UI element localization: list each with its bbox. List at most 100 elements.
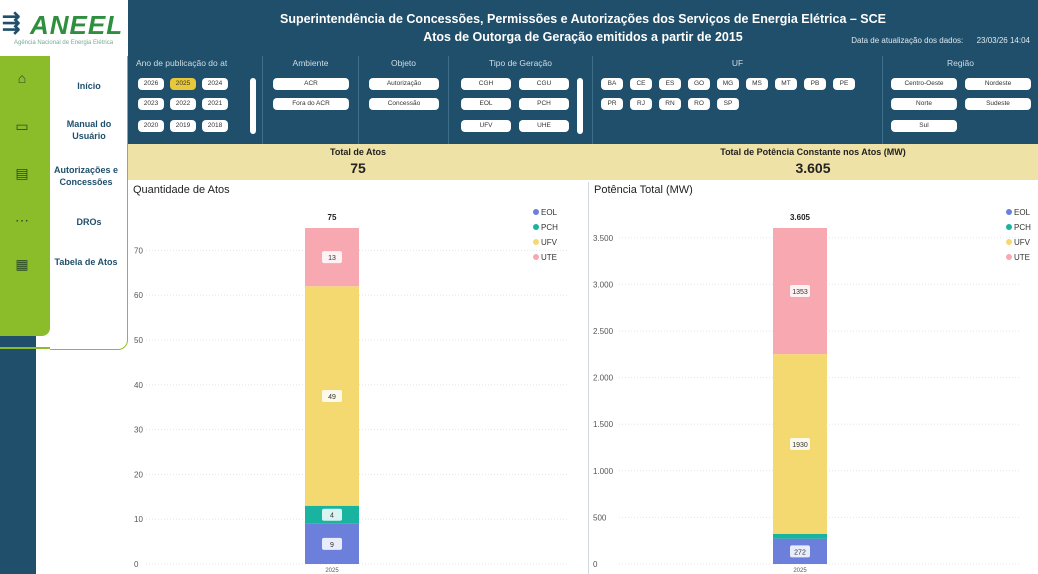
filter-objeto: Objeto Autorização Concessão [358, 56, 448, 144]
document-icon: ▤ [15, 165, 29, 181]
nav-inicio[interactable]: Início [52, 80, 126, 92]
legend-label-pch[interactable]: PCH [1014, 223, 1031, 232]
legend-label-pch[interactable]: PCH [541, 223, 558, 232]
chip-tipo-eol[interactable]: EOL [461, 98, 511, 110]
y-tick-label: 20 [134, 470, 143, 479]
chip-ano-2018[interactable]: 2018 [202, 120, 228, 132]
home-icon: ⌂ [17, 70, 27, 86]
book-icon: ▭ [15, 118, 29, 134]
y-tick-label: 3.000 [593, 280, 614, 289]
filter-uf-label: UF [731, 58, 744, 68]
chip-objeto-concessao[interactable]: Concessão [369, 98, 439, 110]
kpi-total-potencia-label: Total de Potência Constante nos Atos (MW… [720, 147, 906, 157]
legend-label-ufv[interactable]: UFV [1014, 238, 1031, 247]
chip-regiao-sudeste[interactable]: Sudeste [965, 98, 1031, 110]
update-date-label: Data de atualização dos dados: [851, 36, 964, 45]
legend-marker-ute [1006, 254, 1012, 260]
chip-uf-rn[interactable]: RN [659, 98, 681, 110]
tipo-scrollbar[interactable] [577, 78, 583, 134]
bar-segment-pch[interactable] [773, 533, 827, 539]
chip-ano-2026[interactable]: 2026 [138, 78, 164, 90]
header: Superintendência de Concessões, Permissõ… [128, 0, 1038, 56]
y-tick-label: 1.500 [593, 420, 614, 429]
filter-tipo: Tipo de Geração CGH CGU EOL PCH UFV UHE [448, 56, 592, 144]
chip-uf-go[interactable]: GO [688, 78, 710, 90]
legend-label-ute[interactable]: UTE [1014, 253, 1030, 262]
filter-regiao-label: Região [947, 58, 974, 68]
y-tick-label: 70 [134, 246, 143, 255]
kpi-total-atos-label: Total de Atos [330, 147, 386, 157]
data-label-ufv: 1930 [792, 442, 808, 449]
filter-bar: Ano de publicação do at 2026 2025 2024 2… [128, 56, 1038, 144]
x-category-label: 2025 [325, 568, 339, 574]
data-label-ufv: 49 [328, 394, 336, 401]
filter-ambiente: Ambiente ACR Fora do ACR [262, 56, 358, 144]
x-category-label: 2025 [793, 568, 807, 574]
logo-subtitle: Agência Nacional de Energia Elétrica [14, 40, 114, 46]
chip-uf-ce[interactable]: CE [630, 78, 652, 90]
chip-uf-pr[interactable]: PR [601, 98, 623, 110]
filter-tipo-label: Tipo de Geração [489, 58, 552, 68]
chart-title-quantidade: Quantidade de Atos [133, 184, 230, 196]
chip-uf-mt[interactable]: MT [775, 78, 797, 90]
chip-ano-2025[interactable]: 2025 [170, 78, 196, 90]
nav-manual[interactable]: Manual do Usuário [54, 118, 124, 142]
chip-uf-mg[interactable]: MG [717, 78, 739, 90]
chip-uf-ro[interactable]: RO [688, 98, 710, 110]
chip-tipo-uhe[interactable]: UHE [519, 120, 569, 132]
chip-ano-2019[interactable]: 2019 [170, 120, 196, 132]
nav-autorizacoes[interactable]: Autorizações e Concessões [46, 164, 126, 188]
data-label-pch: 4 [330, 513, 334, 520]
filter-regiao: Região Centro-Oeste Nordeste Norte Sudes… [882, 56, 1038, 144]
chip-regiao-norte[interactable]: Norte [891, 98, 957, 110]
update-date: Data de atualização dos dados: 23/03/26 … [851, 36, 1030, 45]
chip-uf-pe[interactable]: PE [833, 78, 855, 90]
total-label: 3.605 [790, 213, 811, 222]
y-tick-label: 3.500 [593, 234, 614, 243]
chip-tipo-pch[interactable]: PCH [519, 98, 569, 110]
chip-uf-pb[interactable]: PB [804, 78, 826, 90]
chip-tipo-ufv[interactable]: UFV [461, 120, 511, 132]
y-tick-label: 1.000 [593, 467, 614, 476]
chip-uf-ba[interactable]: BA [601, 78, 623, 90]
y-tick-label: 0 [134, 560, 139, 569]
chip-ano-2024[interactable]: 2024 [202, 78, 228, 90]
table-icon: ▦ [15, 256, 29, 272]
chip-ano-2023[interactable]: 2023 [138, 98, 164, 110]
logo-text: ANEEL [30, 10, 124, 40]
chip-tipo-cgh[interactable]: CGH [461, 78, 511, 90]
chart-icon: ⋯ [15, 212, 29, 228]
chip-regiao-centro-oeste[interactable]: Centro-Oeste [891, 78, 957, 90]
nav-tabela[interactable]: Tabela de Atos [46, 256, 126, 268]
legend-marker-ufv [1006, 239, 1012, 245]
page-title: Superintendência de Concessões, Permissõ… [279, 12, 887, 26]
chart-title-potencia: Potência Total (MW) [594, 184, 693, 196]
chip-ano-2021[interactable]: 2021 [202, 98, 228, 110]
chip-uf-es[interactable]: ES [659, 78, 681, 90]
legend-marker-ufv [533, 239, 539, 245]
filter-ano: Ano de publicação do at 2026 2025 2024 2… [134, 56, 262, 144]
chip-uf-sp[interactable]: SP [717, 98, 739, 110]
y-tick-label: 10 [134, 515, 143, 524]
kpi-total-atos-value: 75 [350, 160, 366, 176]
legend-label-eol[interactable]: EOL [1014, 208, 1031, 217]
chip-ano-2022[interactable]: 2022 [170, 98, 196, 110]
chip-ano-2020[interactable]: 2020 [138, 120, 164, 132]
ano-scrollbar[interactable] [250, 78, 256, 134]
data-label-eol: 272 [794, 549, 806, 556]
chip-uf-rj[interactable]: RJ [630, 98, 652, 110]
chip-regiao-nordeste[interactable]: Nordeste [965, 78, 1031, 90]
chart-quantidade-atos: 0 10 20 30 40 50 60 70 9 4 49 13 75 2025 EOL PCH UFV UTE [134, 208, 568, 574]
y-tick-label: 40 [134, 381, 143, 390]
chip-ambiente-fora-acr[interactable]: Fora do ACR [273, 98, 349, 110]
chip-objeto-autorizacao[interactable]: Autorização [369, 78, 439, 90]
chip-ambiente-acr[interactable]: ACR [273, 78, 349, 90]
legend-label-eol[interactable]: EOL [541, 208, 558, 217]
chip-regiao-sul[interactable]: Sul [891, 120, 957, 132]
nav-dros[interactable]: DROs [52, 216, 126, 228]
chip-uf-ms[interactable]: MS [746, 78, 768, 90]
legend-label-ufv[interactable]: UFV [541, 238, 558, 247]
legend-label-ute[interactable]: UTE [541, 253, 557, 262]
chip-tipo-cgu[interactable]: CGU [519, 78, 569, 90]
legend-marker-eol [1006, 209, 1012, 215]
